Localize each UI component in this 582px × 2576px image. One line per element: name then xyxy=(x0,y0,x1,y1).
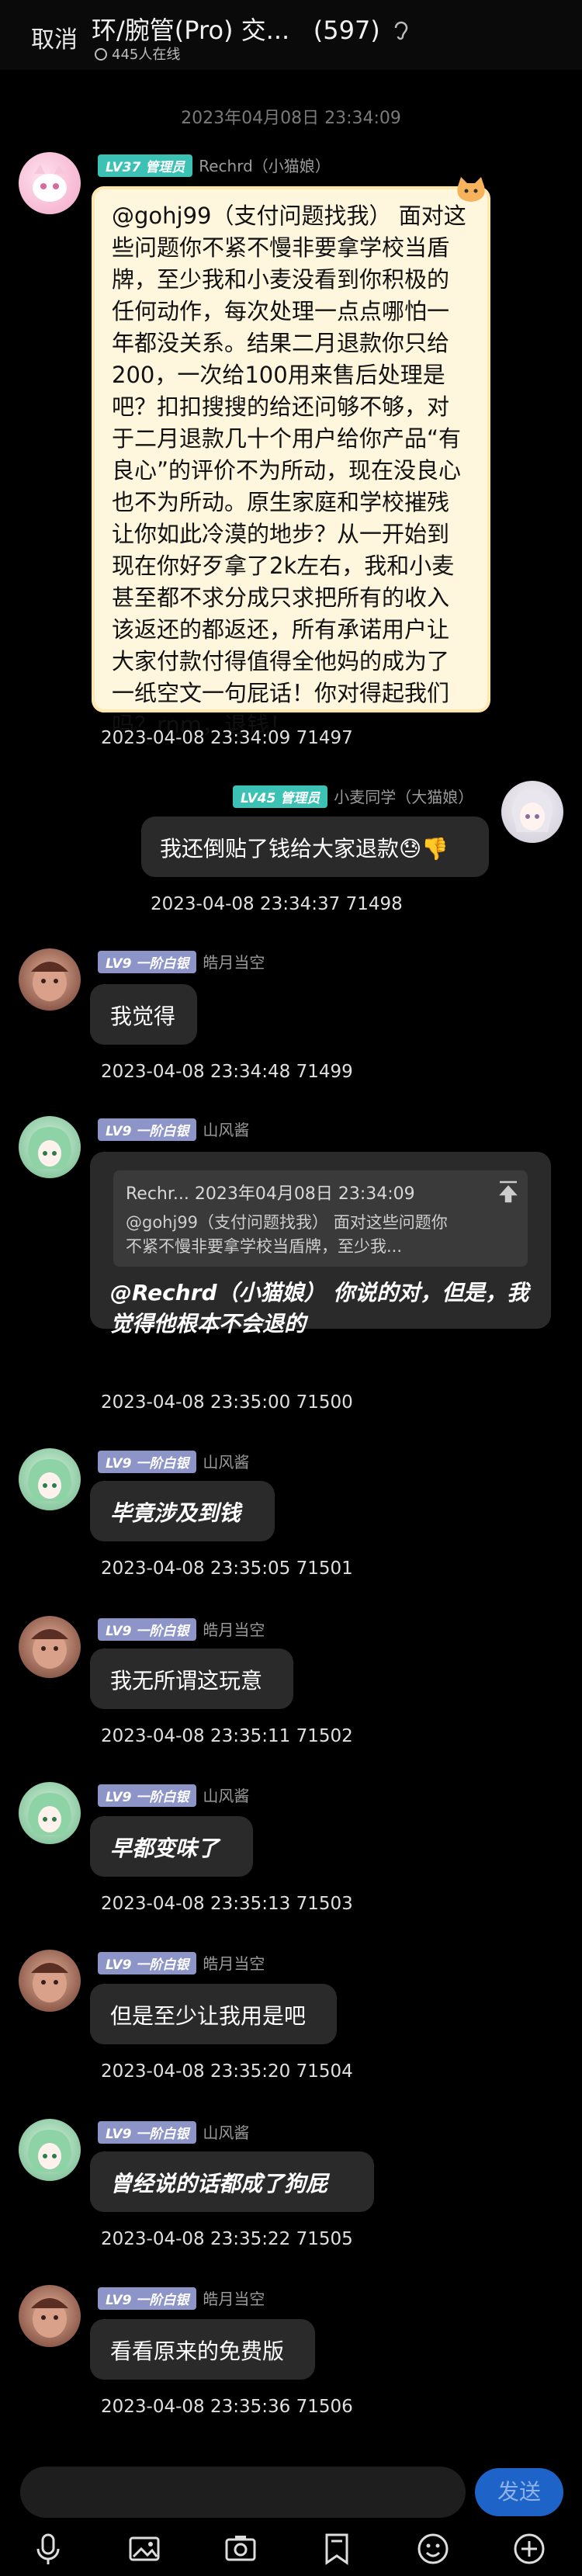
message-input[interactable] xyxy=(20,2467,466,2518)
level-badge: LV9 一阶白银 xyxy=(98,1784,197,1807)
level-badge: LV9 一阶白银 xyxy=(98,2121,197,2144)
message-meta: 2023-04-08 23:34:37 71498 xyxy=(151,894,403,914)
sender-name[interactable]: 小麦同学（大猫娘） xyxy=(334,788,473,806)
message-text: 早都变味了 xyxy=(110,1836,220,1861)
sender-row: LV9 一阶白银 皓月当空 xyxy=(98,1617,265,1641)
message-bubble[interactable]: 我无所谓这玩意 xyxy=(90,1649,293,1709)
message-bubble[interactable]: 我还倒贴了钱给大家退款😓👎 xyxy=(141,816,489,877)
avatar[interactable] xyxy=(19,1616,81,1678)
chat-header: 取消 环/腕管(Pro) 交... (597) 445人在线 xyxy=(0,0,582,70)
message-text: 我无所谓这玩意 xyxy=(110,1668,263,1694)
sender-name[interactable]: 山风酱 xyxy=(203,1453,249,1472)
sender-name[interactable]: 山风酱 xyxy=(203,1121,249,1139)
sender-row: LV45 管理员 小麦同学（大猫娘） xyxy=(233,785,473,808)
plus-icon[interactable] xyxy=(512,2532,546,2566)
sender-name[interactable]: 皓月当空 xyxy=(203,2290,265,2308)
camera-icon[interactable] xyxy=(223,2532,258,2566)
message-meta: 2023-04-08 23:35:20 71504 xyxy=(101,2061,353,2082)
sender-row: LV9 一阶白银 皓月当空 xyxy=(98,1951,265,1974)
message-bubble[interactable]: 早都变味了 xyxy=(90,1816,253,1877)
sender-name[interactable]: 山风酱 xyxy=(203,1787,249,1805)
level-badge: LV37 管理员 xyxy=(98,154,193,177)
bookmark-icon[interactable] xyxy=(320,2532,354,2566)
avatar[interactable] xyxy=(19,2285,81,2347)
sender-row: LV9 一阶白银 山风酱 xyxy=(98,2120,249,2144)
time-divider: 2023年04月08日 23:34:09 xyxy=(181,109,401,128)
avatar[interactable] xyxy=(19,948,81,1011)
level-badge: LV9 一阶白银 xyxy=(98,1118,197,1141)
message-text: 看看原来的免费版 xyxy=(110,2339,285,2364)
message-meta: 2023-04-08 23:35:11 71502 xyxy=(101,1726,353,1746)
level-badge: LV9 一阶白银 xyxy=(98,1451,197,1473)
jump-to-top-icon[interactable] xyxy=(498,1180,518,1203)
sender-name[interactable]: 皓月当空 xyxy=(203,953,265,972)
level-badge: LV45 管理员 xyxy=(233,785,328,808)
microphone-icon[interactable] xyxy=(31,2532,65,2566)
message-text: 我还倒贴了钱给大家退款😓👎 xyxy=(160,836,449,862)
level-badge: LV9 一阶白银 xyxy=(98,951,197,973)
send-button[interactable]: 发送 xyxy=(475,2468,563,2516)
online-dot-icon xyxy=(95,48,107,61)
avatar[interactable] xyxy=(19,1448,81,1510)
message-text: @Rechrd（小猫娘） 你说的对，但是，我觉得他根本不会退的 xyxy=(110,1280,529,1337)
avatar[interactable] xyxy=(19,2119,81,2181)
avatar[interactable] xyxy=(19,152,81,214)
level-badge: LV9 一阶白银 xyxy=(98,1952,197,1974)
message-meta: 2023-04-08 23:35:13 71503 xyxy=(101,1894,353,1914)
group-name: 环/腕管(Pro) 交... xyxy=(92,16,290,45)
sender-row: LV37 管理员 Rechrd（小猫娘） xyxy=(98,154,331,177)
message-bubble[interactable]: @gohj99（支付问题找我） 面对这些问题你不紧不慢非要拿学校当盾牌，至少我和… xyxy=(92,186,490,738)
message-bubble[interactable]: 毕竟涉及到钱 xyxy=(90,1481,275,1541)
member-count: (597) xyxy=(313,16,380,45)
message-meta: 2023-04-08 23:35:05 71501 xyxy=(101,1558,353,1579)
level-badge: LV9 一阶白银 xyxy=(98,2287,197,2310)
sender-row: LV9 一阶白银 皓月当空 xyxy=(98,2287,265,2310)
message-text: @gohj99（支付问题找我） 面对这些问题你不紧不慢非要拿学校当盾牌，至少我和… xyxy=(112,203,466,738)
reply-message-bubble[interactable]: Rechr... 2023年04月08日 23:34:09 @gohj99（支付… xyxy=(90,1152,551,1337)
message-bubble[interactable]: 但是至少让我用是吧 xyxy=(90,1984,337,2044)
message-text: 我觉得 xyxy=(110,1004,176,1029)
quote-text: @gohj99（支付问题找我） 面对这些问题你不紧不慢非要拿学校当盾牌，至少我.… xyxy=(126,1213,448,1256)
sender-row: LV9 一阶白银 山风酱 xyxy=(98,1118,249,1141)
avatar[interactable] xyxy=(19,1950,81,2012)
message-bubble[interactable]: 曾经说的话都成了狗屁 xyxy=(90,2151,374,2212)
online-count: 445人在线 xyxy=(95,43,180,64)
sender-name[interactable]: 山风酱 xyxy=(203,2124,249,2142)
avatar[interactable] xyxy=(19,1782,81,1844)
message-bubble[interactable]: 我觉得 xyxy=(90,984,197,1045)
group-title[interactable]: 环/腕管(Pro) 交... (597) xyxy=(92,11,410,47)
message-meta: 2023-04-08 23:35:22 71505 xyxy=(101,2229,353,2249)
sender-name[interactable]: Rechrd（小猫娘） xyxy=(199,157,331,175)
cat-sticker-icon xyxy=(457,177,485,202)
sender-row: LV9 一阶白银 山风酱 xyxy=(98,1450,249,1473)
message-meta: 2023-04-08 23:34:48 71499 xyxy=(101,1062,353,1082)
message-meta: 2023-04-08 23:35:00 71500 xyxy=(101,1392,353,1413)
message-text: 曾经说的话都成了狗屁 xyxy=(110,2171,328,2196)
quote-header: Rechr... 2023年04月08日 23:34:09 xyxy=(126,1184,415,1204)
sender-name[interactable]: 皓月当空 xyxy=(203,1954,265,1973)
sender-row: LV9 一阶白银 山风酱 xyxy=(98,1784,249,1807)
message-text: 毕竟涉及到钱 xyxy=(110,1500,241,1526)
ear-icon[interactable] xyxy=(393,20,410,42)
message-meta: 2023-04-08 23:35:36 71506 xyxy=(101,2397,353,2417)
image-icon[interactable] xyxy=(127,2532,161,2566)
cancel-button[interactable]: 取消 xyxy=(31,20,78,54)
avatar[interactable] xyxy=(501,781,563,843)
message-text: 但是至少让我用是吧 xyxy=(110,2003,307,2029)
level-badge: LV9 一阶白银 xyxy=(98,1618,197,1641)
sender-name[interactable]: 皓月当空 xyxy=(203,1621,265,1639)
avatar[interactable] xyxy=(19,1116,81,1178)
emoji-icon[interactable] xyxy=(416,2532,450,2566)
quoted-message[interactable]: Rechr... 2023年04月08日 23:34:09 @gohj99（支付… xyxy=(113,1170,528,1267)
message-bubble[interactable]: 看看原来的免费版 xyxy=(90,2319,315,2380)
message-meta: 2023-04-08 23:34:09 71497 xyxy=(101,728,353,748)
sender-row: LV9 一阶白银 皓月当空 xyxy=(98,950,265,973)
